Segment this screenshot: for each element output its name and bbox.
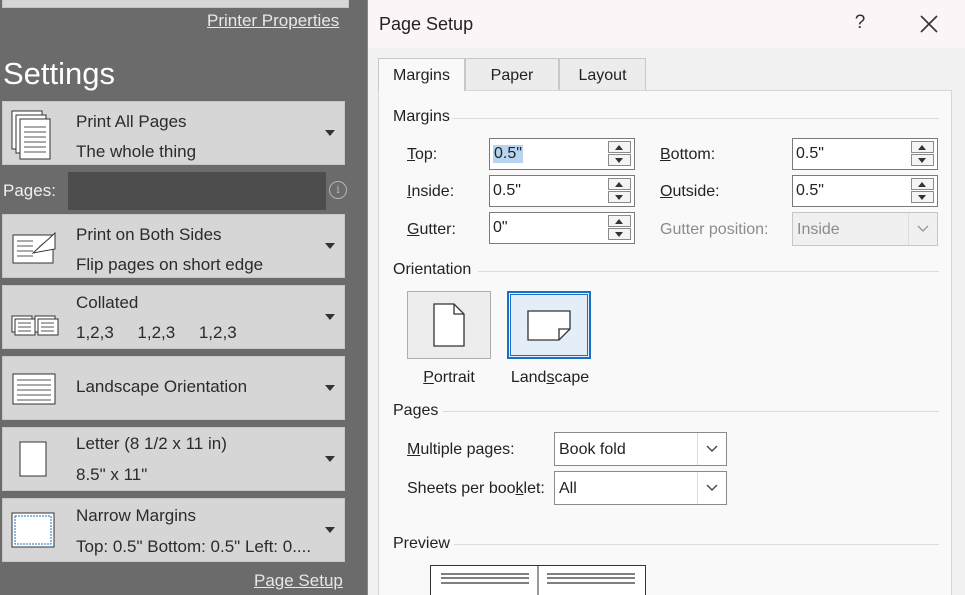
pages-input[interactable] <box>68 172 326 210</box>
divider <box>454 544 939 545</box>
multiple-pages-select[interactable]: Book fold <box>554 432 727 466</box>
page-setup-dialog: Page Setup ? Margins Paper Layout Margin… <box>367 0 965 595</box>
tab-layout[interactable]: Layout <box>559 58 646 90</box>
multiple-pages-value: Book fold <box>559 441 626 458</box>
portrait-label: Portrait <box>423 369 475 386</box>
chevron-down-icon[interactable] <box>697 433 726 465</box>
collation-subtitle: 1,2,3 1,2,3 1,2,3 <box>76 323 237 342</box>
collation-title: Collated <box>76 293 139 312</box>
print-range-dropdown[interactable]: Print All Pages The whole thing <box>2 101 345 165</box>
gutter-position-select: Inside <box>792 212 938 246</box>
bottom-margin-label: Bottom: <box>660 146 716 163</box>
dropdown-arrow-icon <box>325 314 335 320</box>
duplex-title: Print on Both Sides <box>76 225 222 244</box>
spin-up-button[interactable] <box>608 178 631 190</box>
landscape-page-icon <box>12 373 56 405</box>
gutter-label: Gutter: <box>407 221 456 238</box>
duplex-dropdown[interactable]: Print on Both Sides Flip pages on short … <box>2 214 345 278</box>
bottom-margin-value[interactable]: 0.5" <box>796 145 824 163</box>
print-range-subtitle: The whole thing <box>76 142 197 161</box>
dropdown-arrow-icon <box>325 385 335 391</box>
landscape-button[interactable] <box>507 291 591 359</box>
margins-title: Narrow Margins <box>76 506 196 525</box>
portrait-page-icon <box>433 303 465 347</box>
spin-down-button[interactable] <box>911 191 934 203</box>
multiple-pages-label: Multiple pages: <box>407 441 515 458</box>
tab-paper[interactable]: Paper <box>465 58 559 90</box>
spin-down-button[interactable] <box>608 228 631 240</box>
outside-margin-value[interactable]: 0.5" <box>796 182 824 200</box>
orientation-title: Landscape Orientation <box>76 377 248 396</box>
divider <box>452 118 939 119</box>
spin-up-button[interactable] <box>608 215 631 227</box>
inside-margin-value[interactable]: 0.5" <box>493 182 521 200</box>
inside-margin-spinner[interactable]: 0.5" <box>489 175 635 207</box>
preview-group-label: Preview <box>393 535 450 552</box>
gutter-position-label: Gutter position: <box>660 221 769 238</box>
page-setup-link[interactable]: Page Setup <box>254 571 343 591</box>
dialog-title: Page Setup <box>379 14 474 34</box>
spin-up-button[interactable] <box>911 141 934 153</box>
dropdown-arrow-icon <box>325 456 335 462</box>
inside-margin-label: Inside: <box>407 183 455 200</box>
outside-margin-label: Outside: <box>660 183 720 200</box>
print-settings-panel: Printer Properties Settings Print All Pa… <box>0 0 367 595</box>
narrow-margins-icon <box>11 512 55 548</box>
spin-down-button[interactable] <box>608 154 631 166</box>
help-button[interactable]: ? <box>848 11 872 35</box>
outside-margin-spinner[interactable]: 0.5" <box>792 175 938 207</box>
collation-dropdown[interactable]: Collated 1,2,3 1,2,3 1,2,3 <box>2 285 345 349</box>
paper-size-title: Letter (8 1/2 x 11 in) <box>76 434 227 453</box>
close-icon[interactable] <box>915 10 943 38</box>
chevron-down-icon <box>908 213 929 245</box>
margins-subtitle: Top: 0.5" Bottom: 0.5" Left: 0.... <box>76 537 312 556</box>
bottom-margin-spinner[interactable]: 0.5" <box>792 138 938 170</box>
portrait-button[interactable] <box>407 291 491 359</box>
paper-size-dropdown[interactable]: Letter (8 1/2 x 11 in) 8.5" x 11" <box>2 427 345 491</box>
gutter-value[interactable]: 0" <box>493 219 508 237</box>
pages-label: Pages: <box>3 181 56 200</box>
margins-dropdown[interactable]: Narrow Margins Top: 0.5" Bottom: 0.5" Le… <box>2 498 345 562</box>
preview-booklet <box>430 565 646 595</box>
spin-down-button[interactable] <box>911 154 934 166</box>
gutter-position-value: Inside <box>797 221 840 238</box>
divider <box>443 411 939 412</box>
dropdown-arrow-icon <box>325 130 335 136</box>
duplex-subtitle: Flip pages on short edge <box>76 255 264 274</box>
spin-up-button[interactable] <box>608 141 631 153</box>
landscape-label: Landscape <box>510 369 590 386</box>
dialog-titlebar[interactable]: Page Setup ? <box>368 0 965 48</box>
gutter-spinner[interactable]: 0" <box>489 212 635 244</box>
paper-size-subtitle: 8.5" x 11" <box>76 465 148 484</box>
settings-heading: Settings <box>3 56 116 91</box>
letter-paper-icon <box>19 441 47 477</box>
info-icon[interactable]: i <box>329 181 347 199</box>
top-margin-label: Top: <box>407 146 438 163</box>
tab-margins[interactable]: Margins <box>378 58 465 91</box>
spin-down-button[interactable] <box>608 191 631 203</box>
sheets-per-booklet-select[interactable]: All <box>554 471 727 505</box>
duplex-print-icon <box>12 231 56 264</box>
orientation-group-label: Orientation <box>393 261 472 278</box>
orientation-dropdown[interactable]: Landscape Orientation <box>2 356 345 420</box>
top-margin-spinner[interactable]: 0.5" <box>489 138 635 170</box>
margins-group-label: Margins <box>393 108 450 125</box>
chevron-down-icon[interactable] <box>697 472 726 504</box>
collated-icon <box>11 315 59 336</box>
dropdown-arrow-icon <box>325 243 335 249</box>
divider <box>478 271 939 272</box>
dropdown-arrow-icon <box>325 527 335 533</box>
spin-up-button[interactable] <box>911 178 934 190</box>
top-margin-value[interactable]: 0.5" <box>493 145 523 163</box>
sheets-per-booklet-label: Sheets per booklet: <box>407 480 545 497</box>
pages-group-label: Pages <box>393 402 439 419</box>
landscape-page-icon <box>527 310 571 341</box>
sheets-per-booklet-value: All <box>559 480 577 497</box>
printer-selector-bottom-edge[interactable] <box>2 0 349 8</box>
pages-stack-icon <box>11 110 51 160</box>
print-range-title: Print All Pages <box>76 112 187 131</box>
printer-properties-link[interactable]: Printer Properties <box>207 11 339 31</box>
preview-pages-graphic <box>441 566 635 595</box>
